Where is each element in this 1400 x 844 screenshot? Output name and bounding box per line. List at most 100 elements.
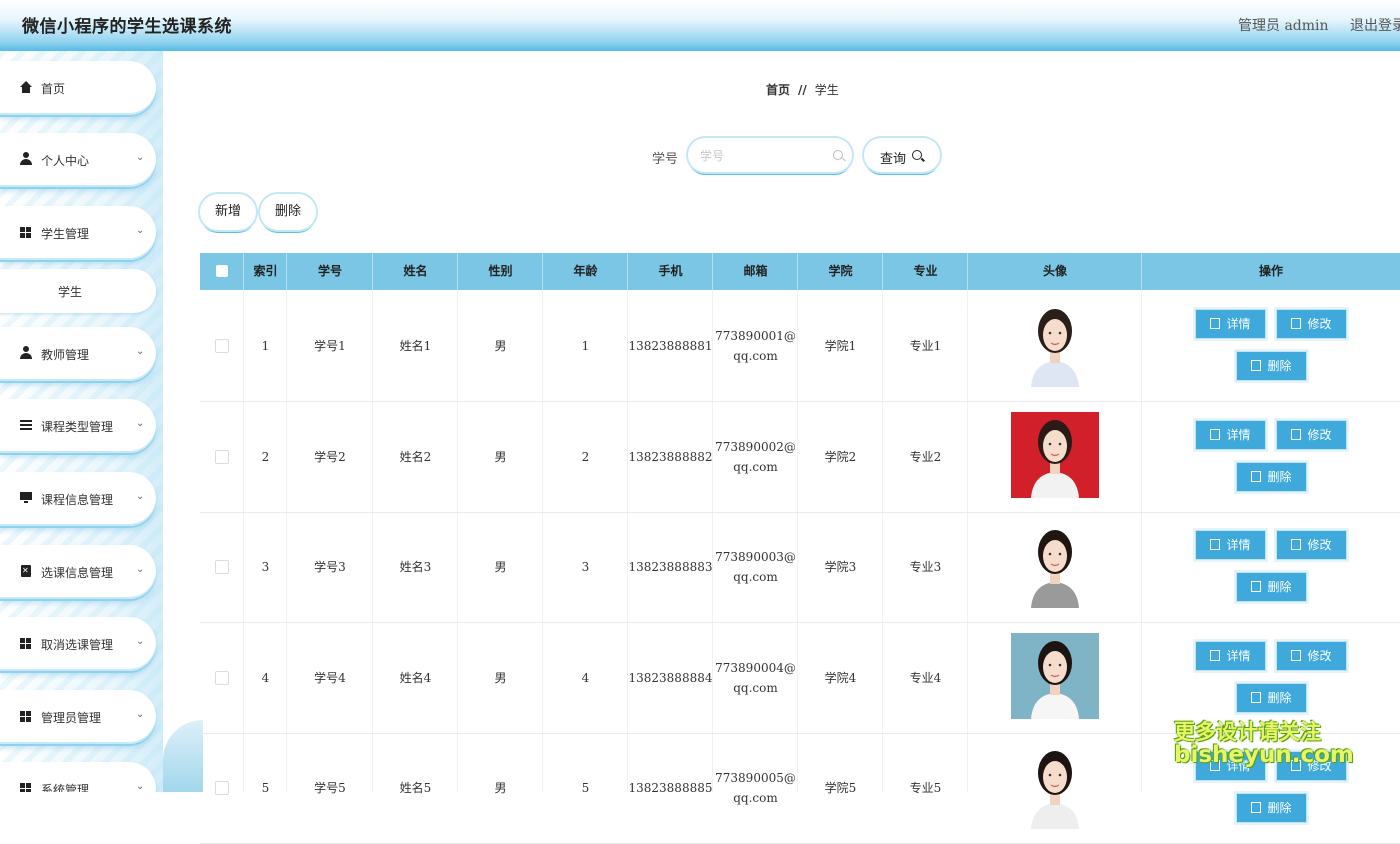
cell-major: 专业4	[909, 670, 942, 685]
document-icon	[1210, 428, 1221, 440]
sidebar-item-teachers[interactable]: 教师管理 ⌄	[0, 327, 156, 381]
cell-college: 学院3	[824, 560, 857, 574]
detail-button[interactable]: 详情	[1196, 531, 1265, 559]
avatar	[1011, 411, 1099, 498]
cell-phone: 13823888885	[628, 781, 713, 795]
row-checkbox[interactable]	[214, 449, 229, 464]
sidebar-item-admins[interactable]: 管理员管理 ⌄	[0, 690, 156, 744]
delete-button[interactable]: 删除	[1237, 462, 1306, 491]
trash-icon	[1251, 470, 1262, 482]
breadcrumb-current: 学生	[814, 83, 839, 97]
delete-button[interactable]: 删除	[1237, 683, 1306, 712]
edit-button[interactable]: 修改	[1277, 641, 1346, 670]
decorative-wave	[163, 720, 203, 792]
logout-link[interactable]: 退出登录	[1350, 15, 1400, 35]
admin-label: 管理员 admin	[1238, 18, 1329, 34]
sidebar-item-label: 课程类型管理	[41, 420, 114, 434]
search-field[interactable]	[688, 138, 852, 172]
cell-college: 学院2	[824, 449, 857, 464]
cell-email: 773890004@ qq.com	[713, 623, 798, 733]
cell-major: 专业1	[909, 339, 942, 353]
column-header-index: 索引	[253, 264, 278, 278]
delete-button[interactable]: 删除	[1237, 352, 1306, 380]
avatar	[1011, 632, 1099, 719]
edit-button[interactable]: 修改	[1277, 531, 1346, 559]
sidebar-item-cancel-selections[interactable]: 取消选课管理 ⌄	[0, 617, 156, 671]
delete-button-label: 删除	[1267, 469, 1292, 484]
detail-button[interactable]: 详情	[1196, 641, 1265, 670]
sidebar-item-home[interactable]: 首页	[0, 61, 156, 115]
cell-index: 2	[261, 449, 270, 464]
cell-name: 姓名5	[399, 781, 432, 795]
cell-college: 学院5	[824, 781, 857, 795]
pencil-icon	[1291, 318, 1302, 329]
edit-button-label: 修改	[1307, 427, 1332, 442]
cell-age: 5	[581, 781, 590, 795]
sidebar-subitem-student[interactable]: 学生	[0, 269, 156, 313]
detail-button-label: 详情	[1226, 427, 1251, 442]
row-checkbox[interactable]	[214, 560, 229, 574]
sidebar-item-course-types[interactable]: 课程类型管理 ⌄	[0, 399, 156, 453]
delete-button[interactable]: 删除	[1237, 573, 1306, 601]
detail-button[interactable]: 详情	[1196, 420, 1265, 449]
column-header-name: 姓名	[403, 264, 428, 278]
sidebar-item-label: 管理员管理	[41, 711, 102, 725]
sidebar-item-course-info[interactable]: 课程信息管理 ⌄	[0, 472, 156, 526]
email-line: qq.com	[733, 459, 778, 474]
column-header-avatar: 头像	[1042, 264, 1067, 278]
cell-student-no: 学号4	[314, 670, 346, 685]
cell-checkbox	[200, 512, 243, 622]
row-checkbox[interactable]	[214, 339, 229, 353]
list-icon	[20, 420, 32, 430]
chevron-down-icon: ⌄	[136, 491, 145, 502]
sidebar-item-students[interactable]: 学生管理 ⌄	[0, 206, 156, 260]
search-icon	[912, 150, 922, 160]
breadcrumb-home[interactable]: 首页	[766, 83, 790, 97]
trash-icon	[1251, 691, 1262, 703]
avatar	[1011, 522, 1099, 608]
cell-college: 学院1	[824, 339, 857, 353]
cell-age: 2	[581, 449, 590, 464]
delete-button-label: 删除	[1267, 690, 1292, 705]
email-line: qq.com	[733, 680, 778, 695]
email-line: qq.com	[733, 791, 778, 805]
query-button[interactable]: 查询	[864, 138, 940, 172]
email-line: qq.com	[733, 570, 778, 584]
sidebar-subitem-label: 学生	[58, 285, 83, 299]
batch-delete-button[interactable]: 删除	[260, 194, 316, 230]
sidebar-item-system[interactable]: 系统管理 ⌄	[0, 762, 156, 792]
sidebar-item-label: 教师管理	[41, 348, 90, 362]
grid-icon	[20, 638, 31, 649]
email-line: qq.com	[733, 349, 778, 363]
add-button[interactable]: 新增	[200, 194, 256, 230]
email-line: 773890001@	[715, 329, 796, 343]
table-row: 1 学号1 姓名1 男 1 13823888881 773890001@ qq.com 学院1 专…	[200, 291, 1400, 402]
column-header-email: 邮箱	[743, 264, 768, 278]
trash-icon	[1251, 802, 1262, 813]
chevron-down-icon: ⌄	[136, 418, 145, 429]
cell-index: 4	[261, 670, 270, 685]
avatar	[1011, 743, 1099, 829]
document-icon	[1210, 539, 1221, 550]
column-header-actions: 操作	[1258, 264, 1283, 278]
sidebar-item-selections[interactable]: 选课信息管理 ⌄	[0, 545, 156, 599]
column-header-college: 学院	[828, 264, 853, 278]
cell-gender: 男	[494, 670, 507, 685]
delete-button-label: 删除	[1267, 801, 1292, 815]
edit-button[interactable]: 修改	[1277, 310, 1346, 338]
delete-button[interactable]: 删除	[1237, 794, 1306, 822]
chevron-down-icon: ⌄	[136, 346, 145, 357]
trash-icon	[1251, 360, 1262, 371]
table-row: 2 学号2 姓名2 男 2 13823888882 773890002@ qq.com 学院2 专…	[200, 402, 1400, 513]
select-all-checkbox[interactable]	[216, 265, 228, 277]
row-checkbox[interactable]	[214, 670, 229, 685]
detail-button[interactable]: 详情	[1196, 310, 1265, 338]
row-checkbox[interactable]	[214, 781, 229, 795]
detail-button-label: 详情	[1226, 317, 1251, 331]
search-input[interactable]	[698, 146, 827, 166]
table-row: 3 学号3 姓名3 男 3 13823888883 773890003@ qq.com 学院3 专…	[200, 512, 1400, 623]
cell-student-no: 学号1	[314, 339, 346, 353]
edit-button-label: 修改	[1307, 648, 1332, 663]
sidebar-item-profile[interactable]: 个人中心 ⌄	[0, 133, 156, 187]
edit-button[interactable]: 修改	[1277, 420, 1346, 449]
